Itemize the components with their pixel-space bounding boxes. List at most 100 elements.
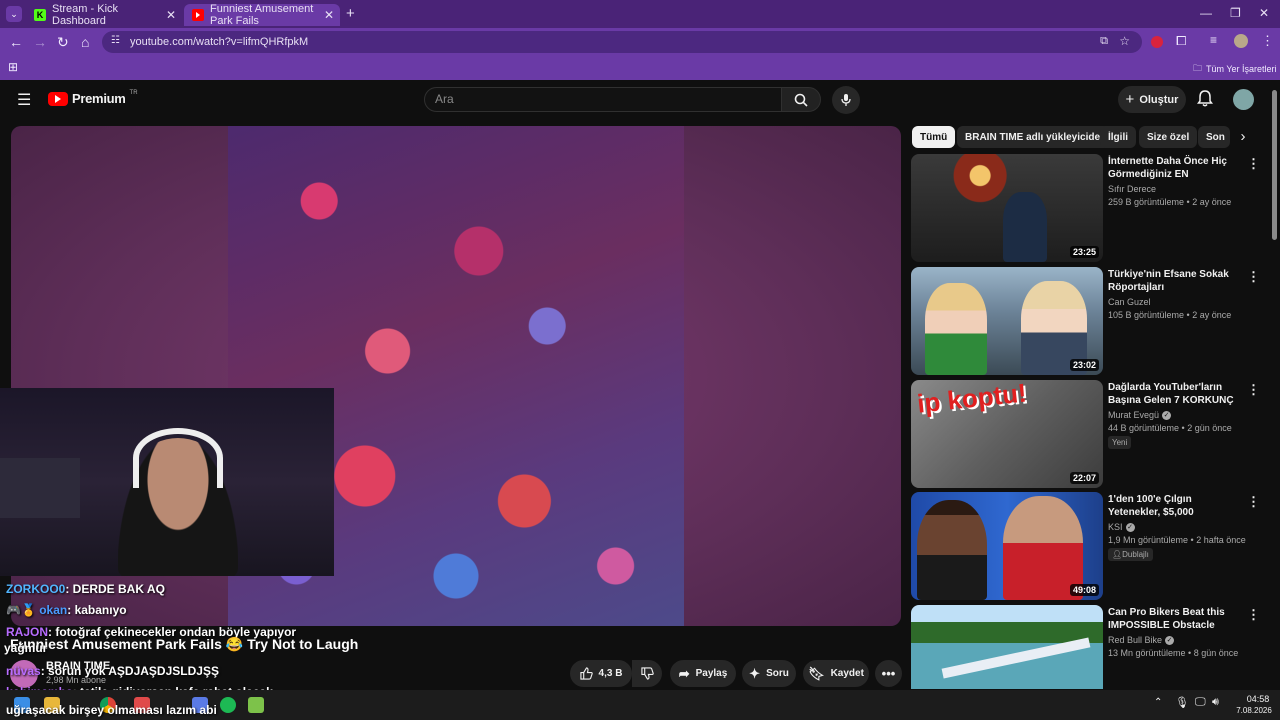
url-text: youtube.com/watch?v=lifmQHRfpkM [130, 36, 309, 48]
more-actions-button[interactable]: ••• [875, 660, 902, 687]
install-app-icon[interactable]: ⧉ [1100, 35, 1108, 48]
chip-related[interactable]: İlgili [1100, 126, 1136, 148]
chip-uploader[interactable]: BRAIN TIME adlı yükleyiciden [957, 126, 1115, 148]
more-vertical-icon[interactable]: ⋮ [1247, 157, 1260, 170]
more-vertical-icon[interactable]: ⋮ [1247, 608, 1260, 621]
tab-youtube-video[interactable]: Funniest Amusement Park Fails ✕ [184, 3, 340, 27]
app-icon[interactable] [248, 697, 264, 713]
youtube-logo[interactable]: Premium TR [48, 90, 138, 106]
guide-menu-icon[interactable]: ☰ [17, 90, 31, 110]
microphone-tray-icon[interactable]: 🎙︎ [1175, 696, 1189, 709]
video-title: Funniest Amusement Park Fails 😂 Try Not … [10, 636, 359, 652]
close-tab-icon[interactable]: ✕ [166, 8, 176, 22]
maximize-window-icon[interactable]: ❐ [1230, 6, 1241, 20]
page-scrollbar[interactable] [1272, 90, 1277, 240]
all-bookmarks-button[interactable]: 🗀 Tüm Yer İşaretleri [1193, 61, 1277, 77]
search-input[interactable]: Ara [424, 87, 782, 112]
tab-search-button[interactable]: ⌄ [6, 6, 22, 22]
recommendation-title[interactable]: 1'den 100'e Çılgın Yetenekler, $5,000 Ka… [1108, 493, 1238, 521]
recommendation-title[interactable]: Türkiye'nin Efsane Sokak Röportajları [1108, 268, 1238, 294]
recommendation-channel[interactable]: Sıfır Derece [1108, 184, 1156, 194]
site-info-icon[interactable]: ☷ [111, 35, 120, 46]
spotify-icon[interactable] [220, 697, 236, 713]
home-icon[interactable]: ⌂ [81, 34, 89, 50]
extensions-puzzle-icon[interactable]: ⧠ [1176, 33, 1186, 49]
save-button[interactable]: 🔖︎ Kaydet [803, 660, 869, 687]
recommendation-channel[interactable]: Can Guzel [1108, 297, 1151, 307]
apps-grid-icon[interactable]: ⊞ [8, 60, 18, 74]
taskbar-clock-time[interactable]: 04:58 [1238, 694, 1278, 704]
like-button[interactable]: 4,3 B [570, 660, 632, 687]
video-thumbnail[interactable]: 23:25 [911, 154, 1103, 262]
more-vertical-icon[interactable]: ⋮ [1247, 495, 1260, 508]
reading-list-icon[interactable]: ≡ [1210, 33, 1217, 47]
recommendation-card[interactable]: 23:25 İnternette Daha Önce Hiç Görmediği… [911, 154, 1263, 262]
more-vertical-icon[interactable]: ⋮ [1247, 383, 1260, 396]
back-icon[interactable]: ← [9, 34, 23, 50]
close-window-icon[interactable]: ✕ [1259, 6, 1269, 20]
recommendation-meta: 13 Mn görüntüleme • 8 gün önce [1108, 648, 1239, 658]
chip-all[interactable]: Tümü [912, 126, 956, 148]
recommendation-channel[interactable]: Red Bull Bike ✓ [1108, 635, 1175, 645]
chat-message: uğraşacak birşey olmaması lazım abi [6, 703, 217, 717]
verified-check-icon: ✓ [1162, 410, 1172, 420]
bookmark-star-icon[interactable]: ☆ [1119, 34, 1130, 48]
dubbed-label: Dublajlı [1122, 550, 1149, 559]
video-thumbnail[interactable]: 49:08 [911, 492, 1103, 600]
address-bar[interactable]: ☷ youtube.com/watch?v=lifmQHRfpkM ⧉ ☆ [102, 31, 1142, 53]
voice-search-button[interactable] [832, 86, 860, 114]
browser-menu-icon[interactable]: ⋮ [1261, 33, 1274, 49]
account-avatar[interactable] [1233, 89, 1254, 110]
save-label: Kaydet [830, 668, 864, 679]
search-icon [794, 93, 808, 107]
video-thumbnail[interactable]: ip koptu! 22:07 [911, 380, 1103, 488]
recommendation-card[interactable]: 23:02 Türkiye'nin Efsane Sokak Röportajl… [911, 267, 1263, 375]
new-tab-button[interactable]: + [346, 5, 355, 22]
webcam-shelf [0, 458, 80, 518]
streamer-webcam-overlay [0, 388, 334, 576]
notifications-bell-icon[interactable] [1197, 89, 1213, 112]
dubbed-icon: 👤︎ [1112, 550, 1123, 559]
video-thumbnail[interactable]: 23:02 [911, 267, 1103, 375]
volume-icon[interactable]: 🔊︎ [1212, 696, 1219, 709]
minimize-window-icon[interactable]: — [1200, 6, 1212, 20]
recommendation-card[interactable]: Can Pro Bikers Beat this IMPOSSIBLE Obst… [911, 605, 1263, 689]
search-button[interactable] [781, 87, 821, 112]
plus-icon: + [1125, 91, 1135, 108]
ask-button[interactable]: ✦ Soru [742, 660, 796, 687]
like-count: 4,3 B [598, 668, 623, 679]
tab-kick-dashboard[interactable]: K Stream - Kick Dashboard ✕ [26, 3, 182, 27]
chip-recent[interactable]: Son [1198, 126, 1230, 148]
recommendation-meta: 259 B görüntüleme • 2 ay önce [1108, 197, 1232, 207]
recommendation-card[interactable]: 49:08 1'den 100'e Çılgın Yetenekler, $5,… [911, 492, 1263, 600]
video-duration: 22:07 [1069, 472, 1099, 484]
video-duration: 49:08 [1069, 584, 1099, 596]
taskbar-clock-date[interactable]: 7.08.2026 [1232, 706, 1276, 715]
more-vertical-icon[interactable]: ⋮ [1247, 270, 1260, 283]
recommendation-card[interactable]: ip koptu! 22:07 Dağlarda YouTuber'ların … [911, 380, 1263, 488]
dislike-button[interactable] [632, 660, 662, 687]
chip-for-you[interactable]: Size özel [1139, 126, 1198, 148]
recommendation-title[interactable]: Can Pro Bikers Beat this IMPOSSIBLE Obst… [1108, 606, 1238, 634]
show-hidden-icons-icon[interactable]: ⌃ [1154, 697, 1162, 708]
recommendation-channel[interactable]: Murat Evegü ✓ [1108, 410, 1172, 420]
extension-red-icon[interactable] [1151, 36, 1163, 48]
chat-text: uğraşacak birşey olmaması lazım abi [6, 703, 217, 717]
recommendation-title[interactable]: Dağlarda YouTuber'ların Başına Gelen 7 K… [1108, 381, 1238, 409]
new-badge: Yeni [1108, 436, 1132, 449]
channel-label: Can Guzel [1108, 297, 1151, 307]
reload-icon[interactable]: ↻ [57, 34, 69, 50]
network-icon[interactable]: 🖵︎ [1195, 696, 1206, 709]
more-horizontal-icon: ••• [881, 666, 896, 681]
video-thumbnail[interactable] [911, 605, 1103, 689]
recommendation-channel[interactable]: KSI ✓ [1108, 522, 1135, 532]
share-button[interactable]: ➦ Paylaş [670, 660, 736, 687]
recommendation-meta: 105 B görüntüleme • 2 ay önce [1108, 310, 1232, 320]
forward-icon[interactable]: → [33, 34, 47, 50]
recommendation-title[interactable]: İnternette Daha Önce Hiç Görmediğiniz EN… [1108, 155, 1238, 183]
video-duration: 23:02 [1069, 359, 1099, 371]
profile-avatar[interactable] [1234, 34, 1248, 48]
close-tab-icon[interactable]: ✕ [324, 8, 334, 22]
create-button[interactable]: + Oluştur [1118, 86, 1186, 113]
chevron-right-icon[interactable]: › [1232, 126, 1254, 148]
